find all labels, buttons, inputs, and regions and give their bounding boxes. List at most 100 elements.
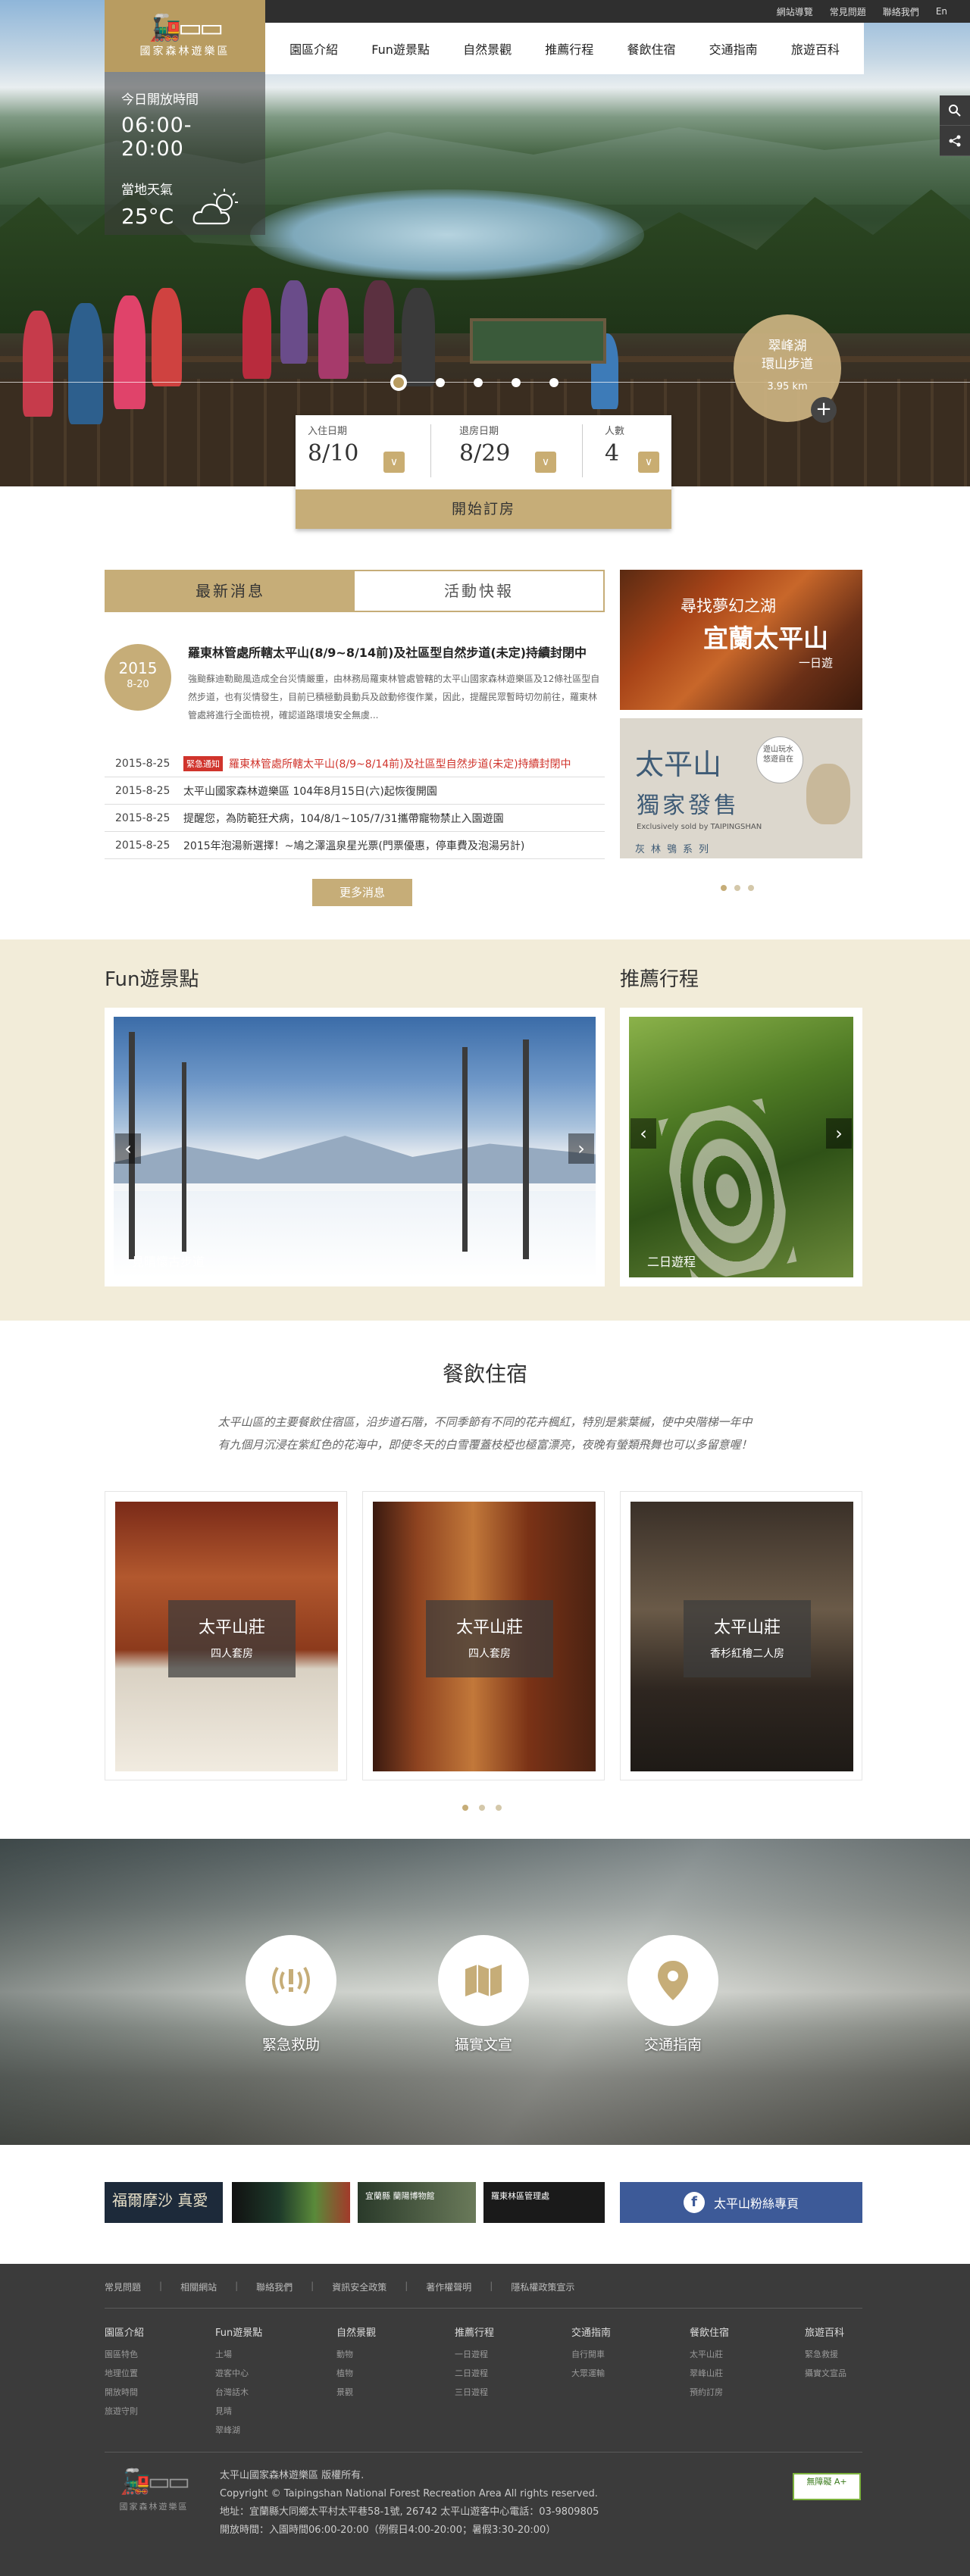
chevron-down-icon[interactable]: ∨ — [383, 452, 405, 473]
room-label[interactable]: 太平山莊 四人套房 — [426, 1600, 553, 1677]
sitemap-link[interactable]: 網站導覽 — [777, 5, 813, 18]
footer-col-item[interactable]: 台灣話木 — [215, 2383, 262, 2402]
footer-col-head[interactable]: 旅遊百科 — [805, 2324, 846, 2339]
tab-latest-news[interactable]: 最新消息 — [106, 571, 355, 611]
news-title[interactable]: 2015年泡湯新選擇！~鳩之澤溫泉星光票(門票優惠，停車費及泡湯另計) — [183, 838, 524, 853]
banner-dot[interactable] — [748, 885, 754, 891]
footer-link[interactable]: 資訊安全政策 — [332, 2281, 386, 2293]
slide-dot[interactable] — [474, 378, 483, 387]
transport-service[interactable]: 交通指南 — [627, 1935, 718, 2054]
footer-col-head[interactable]: Fun遊景點 — [215, 2324, 262, 2339]
footer-col-head[interactable]: 餐飲住宿 — [690, 2324, 729, 2339]
footer-col-item[interactable]: 園區特色 — [105, 2345, 144, 2364]
featured-news-title[interactable]: 羅東林管處所轄太平山(8/9~8/14前)及社區型自然步道(未定)持續封閉中 — [188, 642, 605, 661]
footer-col-item[interactable]: 緊急救援 — [805, 2345, 846, 2364]
footer-col-item[interactable]: 旅遊守則 — [105, 2402, 144, 2421]
footer-col-item[interactable]: 翠峰湖 — [215, 2421, 262, 2440]
nav-item-dining[interactable]: 餐飲住宿 — [627, 39, 675, 58]
promo-banner-day-trip[interactable]: 尋找夢幻之湖 宜蘭太平山 一日遊 — [620, 570, 862, 710]
footer-link[interactable]: 著作權聲明 — [426, 2281, 471, 2293]
promo-banner-exclusive[interactable]: 太平山 遊山玩水 悠遊自在 獨家發售 Exclusively sold by T… — [620, 718, 862, 858]
footer-col-item[interactable]: 見晴 — [215, 2402, 262, 2421]
footer-col-head[interactable]: 園區介紹 — [105, 2324, 144, 2339]
nav-item-encyclopedia[interactable]: 旅遊百科 — [791, 39, 840, 58]
fun-spot-card[interactable]: 見晴懷古步道 ‹ › — [105, 1008, 605, 1286]
faq-link[interactable]: 常見問題 — [830, 5, 866, 18]
footer-col-item[interactable]: 預約訂房 — [690, 2383, 729, 2402]
nav-item-transport[interactable]: 交通指南 — [709, 39, 758, 58]
itinerary-card[interactable]: 二日遊程 ‹ › — [620, 1008, 862, 1286]
contact-link[interactable]: 聯絡我們 — [883, 5, 919, 18]
footer-col-item[interactable]: 三日遊程 — [455, 2383, 494, 2402]
brochure-service[interactable]: 攝實文宣 — [438, 1935, 529, 2054]
dining-dot[interactable] — [462, 1805, 468, 1811]
room-card[interactable]: 太平山莊 香杉紅檜二人房 — [620, 1491, 862, 1780]
footer-col-item[interactable]: 開放時間 — [105, 2383, 144, 2402]
prev-arrow-icon[interactable]: ‹ — [115, 1133, 141, 1164]
footer-col-item[interactable]: 太平山莊 — [690, 2345, 729, 2364]
footer-link[interactable]: 常見問題 — [105, 2281, 141, 2293]
next-arrow-icon[interactable]: › — [568, 1133, 594, 1164]
accessibility-badge[interactable]: 無障礙 A+ — [793, 2473, 861, 2500]
footer-col-item[interactable]: 翠峰山莊 — [690, 2364, 729, 2383]
list-item[interactable]: 2015-8-25 太平山國家森林遊樂區 104年8月15日(六)起恢復開園 — [105, 777, 605, 805]
nav-item-itinerary[interactable]: 推薦行程 — [545, 39, 593, 58]
room-label[interactable]: 太平山莊 香杉紅檜二人房 — [684, 1600, 811, 1677]
slide-dot[interactable] — [512, 378, 521, 387]
nav-item-nature[interactable]: 自然景觀 — [463, 39, 512, 58]
tab-events[interactable]: 活動快報 — [355, 571, 603, 611]
nav-item-fun-spots[interactable]: Fun遊景點 — [371, 39, 430, 58]
emergency-service[interactable]: 緊急救助 — [246, 1935, 336, 2054]
dining-dot[interactable] — [479, 1805, 485, 1811]
room-label[interactable]: 太平山莊 四人套房 — [168, 1600, 296, 1677]
banner-dot[interactable] — [721, 885, 727, 891]
start-booking-button[interactable]: 開始訂房 — [296, 489, 671, 529]
share-icon[interactable] — [940, 126, 970, 156]
footer-col-item[interactable]: 土場 — [215, 2345, 262, 2364]
facebook-fanpage-button[interactable]: f 太平山粉絲專頁 — [620, 2182, 862, 2223]
nav-item-intro[interactable]: 園區介紹 — [289, 39, 338, 58]
slide-dot[interactable] — [436, 378, 445, 387]
footer-col-item[interactable]: 地理位置 — [105, 2364, 144, 2383]
prev-arrow-icon[interactable]: ‹ — [630, 1118, 656, 1149]
footer-link[interactable]: 相關網站 — [180, 2281, 217, 2293]
partner-link-museum[interactable]: 宜蘭縣 蘭陽博物館 — [358, 2182, 476, 2223]
footer-link[interactable]: 聯絡我們 — [256, 2281, 293, 2293]
plus-icon[interactable]: + — [811, 397, 837, 423]
banner-dot[interactable] — [734, 885, 740, 891]
room-card[interactable]: 太平山莊 四人套房 — [105, 1491, 347, 1780]
footer-col-item[interactable]: 植物 — [336, 2364, 376, 2383]
footer-col-item[interactable]: 遊客中心 — [215, 2364, 262, 2383]
list-item[interactable]: 2015-8-25 2015年泡湯新選擇！~鳩之澤溫泉星光票(門票優惠，停車費及… — [105, 832, 605, 859]
footer-col-item[interactable]: 二日遊程 — [455, 2364, 494, 2383]
news-title[interactable]: 太平山國家森林遊樂區 104年8月15日(六)起恢復開園 — [183, 783, 437, 799]
site-logo[interactable]: 🚂▭▭ 國家森林遊樂區 — [105, 0, 265, 72]
footer-col-item[interactable]: 自行開車 — [571, 2345, 611, 2364]
footer-col-item[interactable]: 景觀 — [336, 2383, 376, 2402]
search-icon[interactable] — [940, 95, 970, 126]
footer-col-head[interactable]: 自然景觀 — [336, 2324, 376, 2339]
list-item[interactable]: 2015-8-25 提醒您，為防範狂犬病，104/8/1~105/7/31攜帶寵… — [105, 805, 605, 832]
slide-dot[interactable] — [390, 374, 407, 391]
partner-link-forestry[interactable]: 羅東林區管理處 — [483, 2182, 605, 2223]
footer-col-item[interactable]: 一日遊程 — [455, 2345, 494, 2364]
list-item[interactable]: 2015-8-25 緊急通知 羅東林管處所轄太平山(8/9~8/14前)及社區型… — [105, 750, 605, 777]
more-news-button[interactable]: 更多消息 — [312, 879, 412, 906]
footer-col-item[interactable]: 攝實文宣品 — [805, 2364, 846, 2383]
news-title[interactable]: 提醒您，為防範狂犬病，104/8/1~105/7/31攜帶寵物禁止入園遊園 — [183, 811, 504, 826]
english-link[interactable]: En — [936, 6, 947, 17]
partner-link-2[interactable] — [232, 2182, 350, 2223]
partner-link-formosa[interactable]: 福爾摩沙 真愛 — [105, 2182, 223, 2223]
footer-col-item[interactable]: 動物 — [336, 2345, 376, 2364]
dining-dot[interactable] — [496, 1805, 502, 1811]
footer-col-item[interactable]: 大眾運輸 — [571, 2364, 611, 2383]
footer-col-head[interactable]: 交通指南 — [571, 2324, 611, 2339]
footer-col-head[interactable]: 推薦行程 — [455, 2324, 494, 2339]
news-title[interactable]: 羅東林管處所轄太平山(8/9~8/14前)及社區型自然步道(未定)持續封閉中 — [229, 756, 571, 771]
room-card[interactable]: 太平山莊 四人套房 — [362, 1491, 605, 1780]
footer-link[interactable]: 隱私權政策宣示 — [511, 2281, 574, 2293]
chevron-down-icon[interactable]: ∨ — [638, 452, 659, 473]
next-arrow-icon[interactable]: › — [826, 1118, 852, 1149]
chevron-down-icon[interactable]: ∨ — [535, 452, 556, 473]
slide-dot[interactable] — [549, 378, 559, 387]
